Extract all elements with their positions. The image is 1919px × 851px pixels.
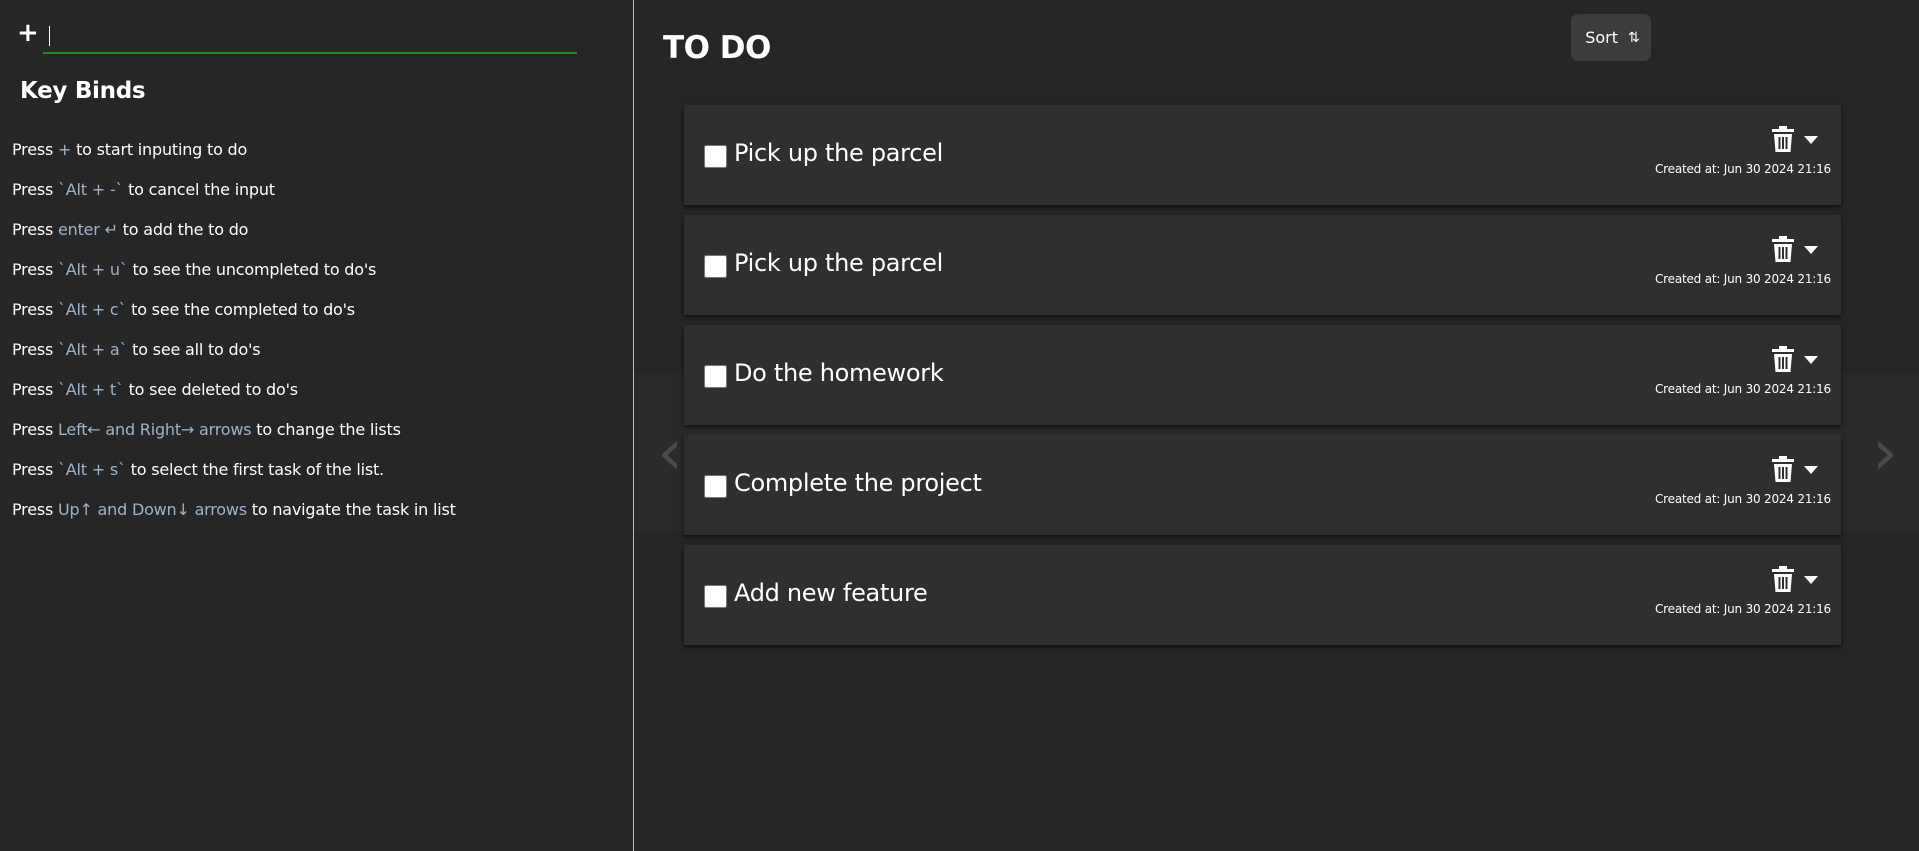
keybind-description: to see deleted to do's	[123, 380, 299, 399]
task-title: Add new feature	[734, 579, 928, 607]
chevron-down-icon[interactable]	[1804, 356, 1818, 364]
keybind-item: Press `Alt + t` to see deleted to do's	[12, 378, 456, 418]
task-created-at: Created at: Jun 30 2024 21:16	[1654, 162, 1831, 176]
sort-arrows-icon: ⇅	[1628, 29, 1640, 46]
keybind-prefix: Press	[12, 340, 58, 359]
task-created-at: Created at: Jun 30 2024 21:16	[1654, 272, 1831, 286]
keybind-item: Press enter ↵ to add the to do	[12, 218, 456, 258]
keybind-description: to start inputing to do	[71, 140, 248, 159]
todo-app: + Key Binds Press + to start inputing to…	[0, 0, 1919, 851]
task-checkbox[interactable]	[704, 145, 727, 168]
keybind-description: to see the completed to do's	[126, 300, 355, 319]
keybind-item: Press `Alt + c` to see the completed to …	[12, 298, 456, 338]
keybind-prefix: Press	[12, 260, 58, 279]
keybind-prefix: Press	[12, 220, 58, 239]
keybind-description: to select the first task of the list.	[125, 460, 384, 479]
keybind-description: to see all to do's	[127, 340, 261, 359]
todo-input[interactable]	[43, 20, 577, 54]
task-checkbox[interactable]	[704, 585, 727, 608]
trash-icon[interactable]	[1772, 236, 1794, 262]
task-title: Pick up the parcel	[734, 249, 943, 277]
trash-icon[interactable]	[1772, 126, 1794, 152]
chevron-down-icon[interactable]	[1804, 466, 1818, 474]
keybind-description: to cancel the input	[123, 180, 275, 199]
keybind-item: Press Up↑ and Down↓ arrows to navigate t…	[12, 498, 456, 538]
keybind-key: enter ↵	[58, 220, 118, 239]
keybind-item: Press `Alt + -` to cancel the input	[12, 178, 456, 218]
keybind-item: Press `Alt + a` to see all to do's	[12, 338, 456, 378]
keybind-description: to add the to do	[117, 220, 249, 239]
keybinds-list: Press + to start inputing to do Press `A…	[12, 138, 456, 538]
keybind-prefix: Press	[12, 300, 58, 319]
list-title: TO DO	[663, 30, 771, 66]
task-card[interactable]: Add new feature Created at: Jun 30 2024 …	[684, 545, 1841, 645]
task-created-at: Created at: Jun 30 2024 21:16	[1654, 492, 1831, 506]
keybind-prefix: Press	[12, 180, 58, 199]
task-panel: TO DO Sort ⇅ ‹ › Pick up the parcel Crea…	[634, 0, 1919, 851]
chevron-right-icon[interactable]: ›	[1855, 374, 1915, 532]
keybind-key: `Alt + u`	[58, 260, 128, 279]
keybind-key: `Alt + t`	[58, 380, 124, 399]
task-title: Complete the project	[734, 469, 982, 497]
trash-icon[interactable]	[1772, 346, 1794, 372]
task-list: Pick up the parcel Created at: Jun 30 20…	[684, 105, 1841, 655]
keybind-prefix: Press	[12, 460, 58, 479]
keybind-key: `Alt + s`	[58, 460, 126, 479]
text-caret	[49, 26, 50, 46]
keybind-key: `Alt + a`	[58, 340, 128, 359]
keybind-item: Press Left← and Right→ arrows to change …	[12, 418, 456, 458]
keybind-key: +	[58, 140, 72, 159]
task-card[interactable]: Pick up the parcel Created at: Jun 30 20…	[684, 105, 1841, 205]
left-panel: + Key Binds Press + to start inputing to…	[0, 0, 634, 851]
chevron-down-icon[interactable]	[1804, 136, 1818, 144]
keybind-description: to change the lists	[251, 420, 401, 439]
trash-icon[interactable]	[1772, 566, 1794, 592]
task-created-at: Created at: Jun 30 2024 21:16	[1654, 382, 1831, 396]
task-checkbox[interactable]	[704, 365, 727, 388]
keybind-description: to navigate the task in list	[246, 500, 456, 519]
task-created-at: Created at: Jun 30 2024 21:16	[1654, 602, 1831, 616]
keybind-key: `Alt + -`	[58, 180, 124, 199]
keybind-key: Left← and Right→ arrows	[58, 420, 252, 439]
chevron-down-icon[interactable]	[1804, 246, 1818, 254]
task-checkbox[interactable]	[704, 475, 727, 498]
keybind-key: Up↑ and Down↓ arrows	[58, 500, 247, 519]
keybind-item: Press `Alt + s` to select the first task…	[12, 458, 456, 498]
keybind-item: Press `Alt + u` to see the uncompleted t…	[12, 258, 456, 298]
sort-button[interactable]: Sort ⇅	[1571, 14, 1651, 61]
keybind-key: `Alt + c`	[58, 300, 127, 319]
keybind-description: to see the uncompleted to do's	[127, 260, 377, 279]
sort-label: Sort	[1585, 28, 1619, 47]
keybind-item: Press + to start inputing to do	[12, 138, 456, 178]
chevron-down-icon[interactable]	[1804, 576, 1818, 584]
keybind-prefix: Press	[12, 500, 58, 519]
trash-icon[interactable]	[1772, 456, 1794, 482]
keybind-prefix: Press	[12, 420, 58, 439]
keybind-prefix: Press	[12, 380, 58, 399]
keybinds-title: Key Binds	[20, 78, 146, 104]
keybind-prefix: Press	[12, 140, 58, 159]
task-card[interactable]: Pick up the parcel Created at: Jun 30 20…	[684, 215, 1841, 315]
plus-icon[interactable]: +	[17, 18, 39, 48]
task-card[interactable]: Complete the project Created at: Jun 30 …	[684, 435, 1841, 535]
task-card[interactable]: Do the homework Created at: Jun 30 2024 …	[684, 325, 1841, 425]
task-checkbox[interactable]	[704, 255, 727, 278]
task-title: Pick up the parcel	[734, 139, 943, 167]
task-title: Do the homework	[734, 359, 944, 387]
add-todo-row: +	[17, 18, 577, 58]
